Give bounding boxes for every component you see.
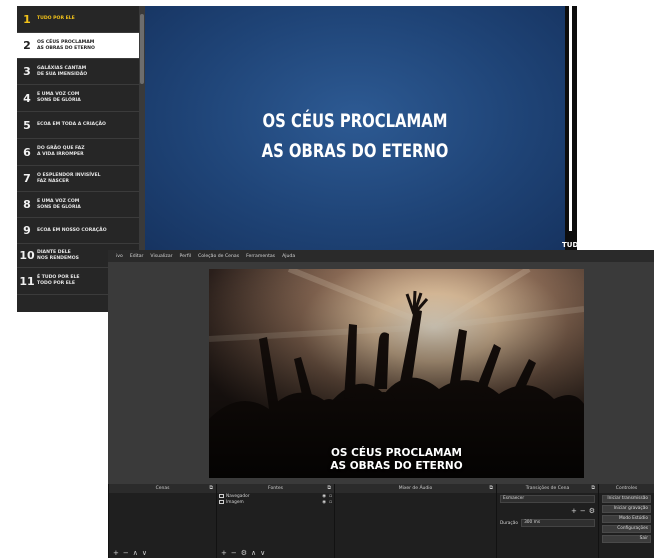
verse-number: 7: [23, 172, 31, 185]
verse-text: OS CÉUS PROCLAMAM AS OBRAS DO ETERNO: [37, 39, 95, 51]
stream-preview[interactable]: OS CÉUS PROCLAMAM AS OBRAS DO ETERNO: [209, 269, 584, 478]
verse-text: ECOA EM NOSSO CORAÇÃO: [37, 227, 107, 233]
verse-number: 3: [23, 65, 31, 78]
verse-text: GALÁXIAS CANTAM DE SUA IMENSIDÃO: [37, 65, 88, 77]
app-logo: TUD: [562, 241, 577, 249]
add-source-icon[interactable]: +: [221, 549, 227, 557]
visibility-eye-icon[interactable]: ◉: [322, 494, 326, 499]
remove-source-icon[interactable]: −: [231, 549, 237, 557]
move-up-icon[interactable]: ∧: [133, 549, 138, 557]
verse-text: DIANTE DELE NOS RENDEMOS: [37, 249, 79, 261]
obs-preview-area: OS CÉUS PROCLAMAM AS OBRAS DO ETERNO: [108, 262, 654, 484]
gear-icon[interactable]: ⚙: [589, 507, 595, 515]
verse-text: DO GRÃO QUE FAZ A VIDA IRROMPER: [37, 146, 85, 157]
verse-text: E UMA VOZ COM SONS DE GLÓRIA: [37, 198, 81, 210]
verse-item[interactable]: 8 E UMA VOZ COM SONS DE GLÓRIA: [17, 192, 139, 218]
image-source-icon: [219, 500, 224, 504]
sources-dock: Fontes ⧉ Navegador ◉ ▫ Imagem ◉ ▫ + − ⚙ ∧…: [216, 484, 334, 558]
verse-item[interactable]: 4 E UMA VOZ COM SONS DE GLÓRIA: [17, 85, 139, 112]
scrollbar-thumb[interactable]: [140, 14, 144, 84]
sources-dock-title: Fontes: [268, 486, 283, 491]
add-scene-icon[interactable]: +: [113, 549, 119, 557]
transitions-title: Transições de Cena: [525, 486, 570, 491]
lyric-slide-preview: OS CÉUS PROCLAMAM AS OBRAS DO ETERNO: [145, 6, 565, 253]
verse-item[interactable]: 2 OS CÉUS PROCLAMAM AS OBRAS DO ETERNO: [17, 33, 139, 59]
verse-item[interactable]: 3 GALÁXIAS CANTAM DE SUA IMENSIDÃO: [17, 59, 139, 85]
verse-number: 9: [23, 224, 31, 237]
menu-item[interactable]: ivo: [116, 254, 123, 259]
duration-label: Duração: [500, 520, 519, 526]
dock-undock-icon[interactable]: ⧉: [327, 485, 331, 491]
sources-dock-toolbar: + − ⚙ ∧ ∨: [217, 548, 265, 558]
verse-text: ECOA EM TODA A CRIAÇÃO: [37, 122, 106, 127]
scenes-dock-toolbar: + − ∧ ∨: [109, 548, 147, 558]
source-label: Navegador: [226, 493, 250, 499]
dock-undock-icon[interactable]: ⧉: [209, 485, 213, 491]
audio-mixer-dock: Mixer de Áudio ⧉: [334, 484, 496, 558]
obs-menubar: ivo Editar Visualizar Perfil Coleção de Cena…: [108, 250, 654, 262]
lock-icon[interactable]: ▫: [329, 494, 332, 499]
lock-icon[interactable]: ▫: [329, 500, 332, 505]
controls-title: Controles: [615, 486, 638, 491]
visibility-eye-icon[interactable]: ◉: [322, 500, 326, 505]
move-up-icon[interactable]: ∧: [251, 549, 256, 557]
slide-right-border: [565, 6, 577, 253]
transition-type-select[interactable]: Esmaecer: [500, 495, 595, 503]
studio-mode-button[interactable]: Modo Estúdio: [602, 515, 651, 523]
menu-item[interactable]: Ajuda: [282, 254, 295, 259]
start-streaming-button[interactable]: Iniciar transmissão: [602, 495, 651, 503]
dock-undock-icon[interactable]: ⧉: [591, 485, 595, 491]
move-down-icon[interactable]: ∨: [142, 549, 147, 557]
verse-text: O ESPLENDOR INVISÍVEL FAZ NASCER: [37, 172, 101, 184]
source-label: Imagem: [226, 499, 244, 505]
scenes-dock: Cenas ⧉ + − ∧ ∨: [108, 484, 216, 558]
audio-mixer-title: Mixer de Áudio: [398, 486, 433, 491]
menu-item[interactable]: Visualizar: [150, 254, 172, 259]
obs-window: ivo Editar Visualizar Perfil Coleção de Cena…: [108, 250, 654, 558]
remove-transition-icon[interactable]: −: [580, 507, 586, 515]
remove-scene-icon[interactable]: −: [123, 549, 129, 557]
browser-source-icon: [219, 494, 224, 498]
controls-dock: Controles Iniciar transmissão Iniciar gr…: [598, 484, 654, 558]
menu-item[interactable]: Perfil: [180, 254, 192, 259]
start-recording-button[interactable]: Iniciar gravação: [602, 505, 651, 513]
menu-item[interactable]: Editar: [130, 254, 144, 259]
verse-item[interactable]: 9 ECOA EM NOSSO CORAÇÃO: [17, 218, 139, 244]
verse-number: 11: [19, 274, 35, 288]
menu-item[interactable]: Coleção de Cenas: [198, 254, 239, 259]
verse-number: 1: [23, 12, 31, 26]
verse-item[interactable]: 5 ECOA EM TODA A CRIAÇÃO: [17, 112, 139, 139]
verse-number: 10: [19, 249, 35, 262]
verse-text: TUDO POR ELE: [37, 16, 75, 21]
source-item-image[interactable]: Imagem ◉ ▫: [217, 499, 334, 505]
verse-number: 2: [23, 39, 31, 52]
stream-lyric-caption: OS CÉUS PROCLAMAM AS OBRAS DO ETERNO: [330, 447, 463, 472]
obs-dock-area: Cenas ⧉ + − ∧ ∨ Fontes ⧉ Navegador ◉ ▫ Ima…: [108, 484, 654, 558]
verse-item[interactable]: 7 O ESPLENDOR INVISÍVEL FAZ NASCER: [17, 166, 139, 192]
verse-number: 5: [23, 118, 31, 132]
menu-item[interactable]: Ferramentas: [246, 254, 275, 259]
verse-text: E UMA VOZ COM SONS DE GLÓRIA: [37, 92, 81, 103]
verse-text: É TUDO POR ELE TODO POR ELE: [37, 275, 80, 286]
dock-undock-icon[interactable]: ⧉: [489, 485, 493, 491]
scenes-dock-title: Cenas: [155, 486, 170, 491]
settings-button[interactable]: Configurações: [602, 525, 651, 533]
gear-icon[interactable]: ⚙: [241, 549, 247, 557]
move-down-icon[interactable]: ∨: [260, 549, 265, 557]
add-transition-icon[interactable]: +: [571, 507, 577, 515]
verse-item[interactable]: 6 DO GRÃO QUE FAZ A VIDA IRROMPER: [17, 139, 139, 166]
verse-number: 8: [23, 198, 31, 211]
duration-input[interactable]: 300 ms: [521, 519, 595, 527]
verse-number: 6: [23, 145, 31, 159]
verse-number: 4: [23, 91, 31, 105]
exit-button[interactable]: Sair: [602, 535, 651, 543]
slide-lyric-text: OS CÉUS PROCLAMAM AS OBRAS DO ETERNO: [261, 110, 449, 162]
verse-item[interactable]: 1 TUDO POR ELE: [17, 6, 139, 33]
scene-transitions-dock: Transições de Cena ⧉ Esmaecer + − ⚙ Duraç…: [496, 484, 598, 558]
